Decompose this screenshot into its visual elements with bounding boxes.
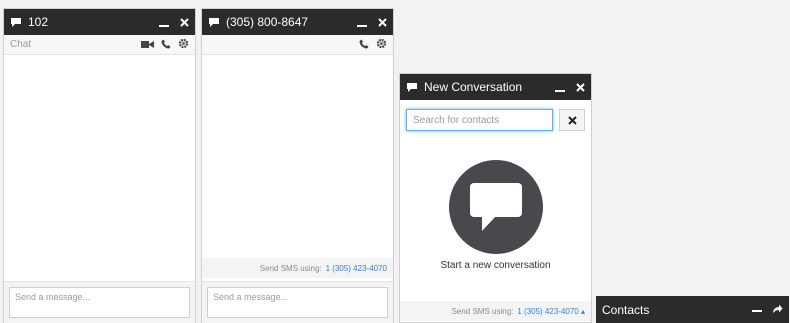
message-input[interactable] — [207, 287, 388, 318]
chat-bubble-icon — [406, 81, 418, 93]
chat-window-102-title-bar[interactable]: 102 — [4, 9, 195, 35]
chat-window-title: (305) 800-8647 — [226, 15, 309, 29]
close-icon[interactable] — [377, 17, 387, 27]
close-icon[interactable] — [575, 82, 585, 92]
chat-window-102: 102 Chat — [3, 8, 196, 323]
minimize-icon[interactable] — [357, 17, 367, 27]
phone-icon[interactable] — [359, 36, 369, 54]
new-conversation-title: New Conversation — [424, 80, 523, 94]
minimize-icon[interactable] — [555, 82, 565, 92]
start-conversation-text: Start a new conversation — [440, 260, 551, 271]
gear-icon[interactable] — [376, 36, 387, 54]
close-icon[interactable] — [179, 17, 189, 27]
chat-bubble-icon — [10, 16, 22, 28]
clear-search-button[interactable] — [559, 109, 585, 131]
contact-search-input[interactable] — [406, 109, 553, 131]
chat-label: Chat — [10, 39, 32, 50]
speech-bubble-icon — [470, 183, 522, 231]
message-composer-area — [202, 281, 393, 323]
title-actions — [752, 301, 783, 319]
new-conversation-window: New Conversation Start a new conversatio… — [399, 73, 592, 323]
sms-label: Send SMS using: — [259, 263, 322, 273]
sms-label: Send SMS using: — [451, 306, 514, 316]
title-actions — [357, 17, 387, 27]
chat-window-phone-title-bar[interactable]: (305) 800-8647 — [202, 9, 393, 35]
minimize-icon[interactable] — [159, 17, 169, 27]
chat-toolbar: Chat — [4, 35, 195, 55]
contacts-bar[interactable]: Contacts — [596, 296, 789, 323]
sms-number-link[interactable]: 1 (305) 423-4070 ▴ — [517, 307, 585, 316]
new-conversation-bubble[interactable] — [449, 160, 543, 254]
contacts-title: Contacts — [602, 302, 650, 317]
close-icon — [567, 115, 577, 125]
title-actions — [555, 82, 585, 92]
expand-arrow-icon[interactable] — [772, 301, 783, 319]
chat-window-title: 102 — [28, 15, 49, 29]
toolbar-icons — [359, 36, 387, 54]
title-actions — [159, 17, 189, 27]
sms-number-link[interactable]: 1 (305) 423-4070 — [326, 264, 387, 273]
gear-icon[interactable] — [178, 36, 189, 54]
message-composer-area — [4, 281, 195, 323]
sms-sender-bar: Send SMS using: 1 (305) 423-4070 — [202, 258, 393, 278]
video-camera-icon[interactable] — [141, 36, 154, 54]
chat-toolbar — [202, 35, 393, 55]
chat-bubble-icon — [208, 16, 220, 28]
sms-sender-bar: Send SMS using: 1 (305) 423-4070 ▴ — [400, 301, 591, 321]
phone-icon[interactable] — [161, 36, 171, 54]
toolbar-icons — [141, 36, 189, 54]
minimize-icon[interactable] — [752, 302, 762, 312]
new-conversation-title-bar[interactable]: New Conversation — [400, 74, 591, 100]
message-input[interactable] — [9, 287, 190, 318]
contact-search-row — [406, 109, 585, 133]
chat-window-phone: (305) 800-8647 Send SMS using: 1 (305) 4… — [201, 8, 394, 323]
